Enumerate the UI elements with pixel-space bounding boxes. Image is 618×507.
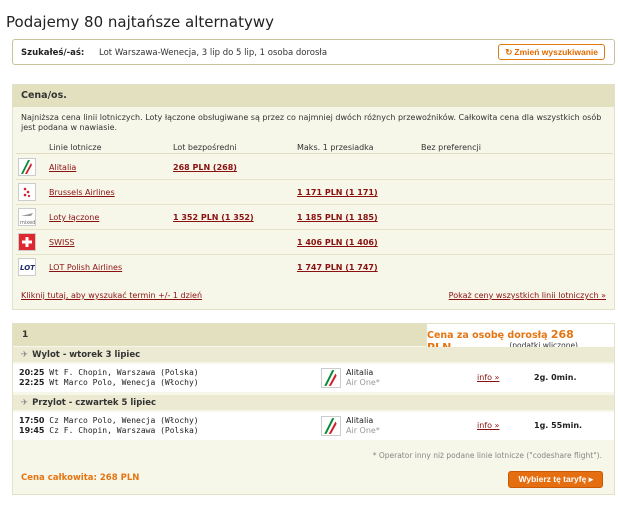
result-number: 1 xyxy=(22,330,29,340)
mixed-logo-text: mixed xyxy=(20,220,35,225)
price-link-one-stop[interactable]: 1 171 PLN (1 171) xyxy=(297,188,378,197)
lot-logo: LOT xyxy=(18,258,36,276)
price-panel: Cena/os. Najniższa cena linii lotniczych… xyxy=(12,84,615,310)
arr-time: 19:45 xyxy=(19,426,45,435)
arr-day: Wt xyxy=(49,378,59,387)
dep-time: 20:25 xyxy=(19,368,45,377)
select-fare-label: Wybierz tę taryfę xyxy=(518,474,587,484)
total-label: Cena całkowita: xyxy=(21,473,97,483)
inbound-header: ✈ Przylot - czwartek 5 lipiec xyxy=(21,398,156,408)
col-direct: Lot bezpośredni xyxy=(173,143,237,152)
dep-day: Cz xyxy=(49,416,59,425)
swiss-logo xyxy=(18,233,36,251)
search-summary: Szukałeś/-aś: Lot Warszawa-Wenecja, 3 li… xyxy=(12,39,615,65)
chevron-right-icon: ▸ xyxy=(588,474,593,484)
flight-info-link[interactable]: info » xyxy=(477,373,499,382)
airline-row: mixed Loty łączone 1 352 PLN (1 352) 1 1… xyxy=(16,205,613,230)
total-value: 268 PLN xyxy=(99,473,140,483)
panel-note: Najniższa cena linii lotniczych. Loty łą… xyxy=(21,113,602,132)
arr-airport: Marco Polo, Wenecja (Włochy) xyxy=(63,378,199,387)
dep-time: 17:50 xyxy=(19,416,45,425)
airline-link-lot[interactable]: LOT Polish Airlines xyxy=(49,263,122,272)
outbound-segment: 20:25 Wt F. Chopin, Warszawa (Polska) 22… xyxy=(13,364,614,392)
airline-row: SWISS 1 406 PLN (1 406) xyxy=(16,230,613,255)
fare-title-text: Cena za osobę dorosłą xyxy=(427,330,548,341)
airline-link-mixed[interactable]: Loty łączone xyxy=(49,213,99,222)
change-search-button[interactable]: ↻ Zmień wyszukiwanie xyxy=(498,44,605,60)
operator-name: Air One* xyxy=(346,378,380,387)
airline-link-alitalia[interactable]: Alitalia xyxy=(49,163,76,172)
price-link-one-stop[interactable]: 1 406 PLN (1 406) xyxy=(297,238,378,247)
dep-airport: F. Chopin, Warszawa (Polska) xyxy=(63,368,199,377)
alitalia-logo xyxy=(18,158,36,176)
airline-row: Brussels Airlines 1 171 PLN (1 171) xyxy=(16,180,613,205)
select-fare-button[interactable]: Wybierz tę taryfę ▸ xyxy=(508,471,603,488)
outbound-departure: 20:25 Wt F. Chopin, Warszawa (Polska) xyxy=(19,368,199,377)
flight-info-link[interactable]: info » xyxy=(477,421,499,430)
flexible-dates-link[interactable]: Kliknij tutaj, aby wyszukać termin +/- 1… xyxy=(21,291,202,300)
plane-landing-icon: ✈ xyxy=(21,398,29,408)
arrow-icon: ↻ xyxy=(505,47,513,57)
outbound-header: ✈ Wylot - wtorek 3 lipiec xyxy=(21,350,140,360)
total-price: Cena całkowita: 268 PLN xyxy=(21,473,139,483)
airline-row: Alitalia 268 PLN (268) xyxy=(16,155,613,180)
airline-link-swiss[interactable]: SWISS xyxy=(49,238,75,247)
arr-airport: F. Chopin, Warszawa (Polska) xyxy=(63,426,199,435)
plane-takeoff-icon: ✈ xyxy=(21,350,29,360)
price-link-direct[interactable]: 1 352 PLN (1 352) xyxy=(173,213,254,222)
carrier-name: Alitalia xyxy=(346,368,374,377)
show-all-airlines-link[interactable]: Pokaż ceny wszystkich linii lotniczych » xyxy=(449,291,606,300)
flight-duration: 1g. 55min. xyxy=(534,421,583,430)
change-search-label: Zmień wyszukiwanie xyxy=(514,47,598,57)
dep-airport: Marco Polo, Wenecja (Włochy) xyxy=(63,416,199,425)
dep-day: Wt xyxy=(49,368,59,377)
result-card: 1 Cena za osobę dorosłą 268 PLN (podatki… xyxy=(12,323,615,495)
lot-logo-text: LOT xyxy=(20,264,35,272)
carrier-name: Alitalia xyxy=(346,416,374,425)
inbound-header-text: Przylot - czwartek 5 lipiec xyxy=(32,398,157,408)
outbound-header-text: Wylot - wtorek 3 lipiec xyxy=(32,350,141,360)
alitalia-logo xyxy=(321,368,341,388)
arr-day: Cz xyxy=(49,426,59,435)
outbound-arrival: 22:25 Wt Marco Polo, Wenecja (Włochy) xyxy=(19,378,199,387)
price-link-one-stop[interactable]: 1 747 PLN (1 747) xyxy=(297,263,378,272)
brussels-airlines-logo xyxy=(18,183,36,201)
operator-name: Air One* xyxy=(346,426,380,435)
alitalia-logo xyxy=(321,416,341,436)
airline-table-header: Linie lotnicze Lot bezpośredni Maks. 1 p… xyxy=(16,140,613,154)
inbound-segment: 17:50 Cz Marco Polo, Wenecja (Włochy) 19… xyxy=(13,412,614,440)
price-link-one-stop[interactable]: 1 185 PLN (1 185) xyxy=(297,213,378,222)
flight-duration: 2g. 0min. xyxy=(534,373,577,382)
panel-header: Cena/os. xyxy=(13,85,614,107)
col-airlines: Linie lotnicze xyxy=(49,143,102,152)
inbound-arrival: 19:45 Cz F. Chopin, Warszawa (Polska) xyxy=(19,426,199,435)
col-no-pref: Bez preferencji xyxy=(421,143,481,152)
price-link-direct[interactable]: 268 PLN (268) xyxy=(173,163,237,172)
search-text: Lot Warszawa-Wenecja, 3 lip do 5 lip, 1 … xyxy=(99,48,328,58)
airline-row: LOT LOT Polish Airlines 1 747 PLN (1 747… xyxy=(16,255,613,280)
col-one-stop: Maks. 1 przesiadka xyxy=(297,143,374,152)
mixed-airlines-logo: mixed xyxy=(18,208,36,226)
codeshare-note: * Operator inny niż podane linie lotnicz… xyxy=(372,451,602,460)
panel-title: Cena/os. xyxy=(21,90,67,101)
inbound-departure: 17:50 Cz Marco Polo, Wenecja (Włochy) xyxy=(19,416,199,425)
page-title: Podajemy 80 najtańsze alternatywy xyxy=(6,13,275,31)
airline-link-brussels[interactable]: Brussels Airlines xyxy=(49,188,115,197)
arr-time: 22:25 xyxy=(19,378,45,387)
search-label: Szukałeś/-aś: xyxy=(21,48,85,58)
